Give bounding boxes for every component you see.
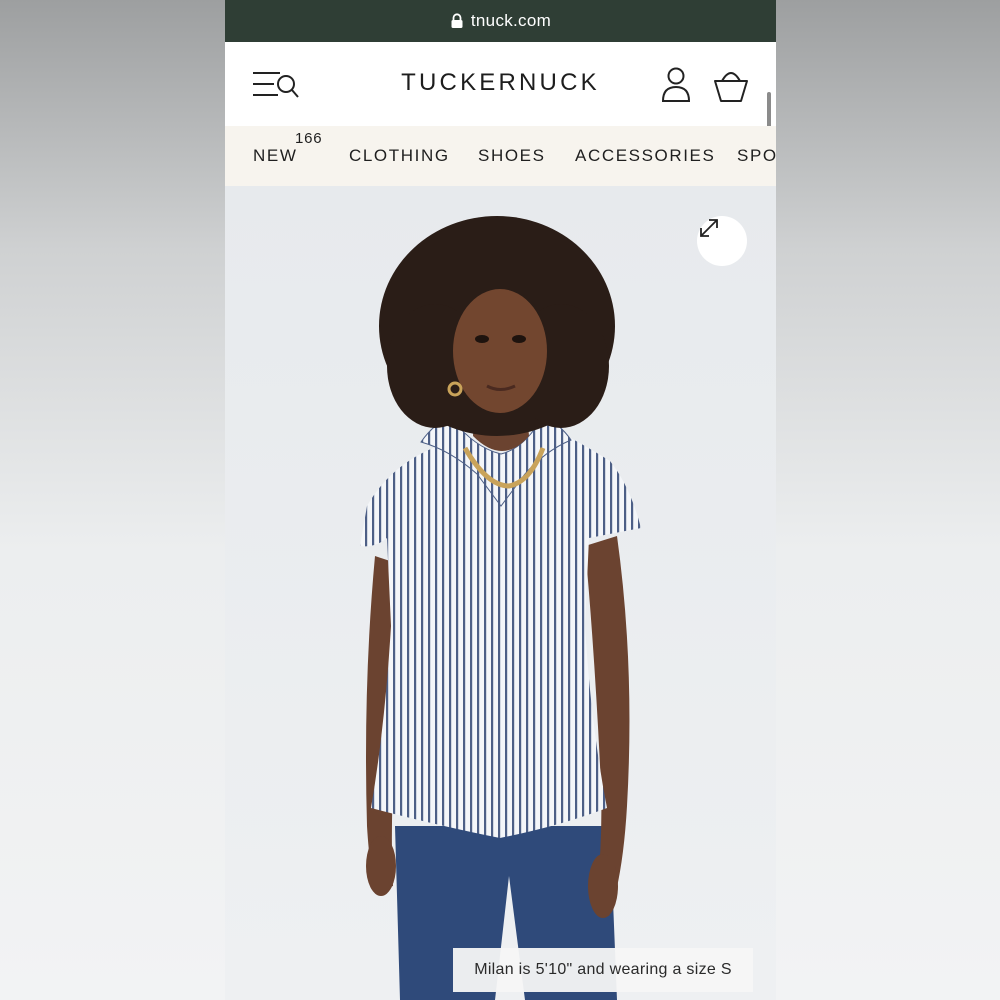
model-photo [225, 186, 776, 1000]
backdrop-right [776, 0, 1000, 1000]
nav-item-shoes[interactable]: SHOES [478, 146, 546, 166]
site-header: TUCKERNUCK [225, 42, 776, 192]
account-icon[interactable] [658, 66, 694, 104]
browser-url-bar[interactable]: tnuck.com [225, 0, 776, 42]
product-image[interactable]: Milan is 5'10" and wearing a size S [225, 186, 776, 1000]
nav-item-sport[interactable]: SPO [737, 146, 776, 166]
backdrop-left [0, 0, 225, 1000]
nav-new-count-badge: 166 [295, 130, 323, 147]
url-text: tnuck.com [470, 11, 552, 30]
model-size-caption: Milan is 5'10" and wearing a size S [453, 948, 753, 992]
category-nav: NEW 166 CLOTHING SHOES ACCESSORIES SPO [225, 126, 776, 186]
nav-item-clothing[interactable]: CLOTHING [349, 146, 450, 166]
expand-icon [700, 219, 718, 237]
phone-screen: tnuck.com TUCKERNUCK NEW 166 CLOTHING SH… [225, 0, 776, 1000]
expand-image-button[interactable] [697, 216, 747, 266]
nav-item-new[interactable]: NEW [253, 146, 297, 166]
shopping-bag-icon[interactable] [711, 66, 751, 104]
lock-icon [451, 13, 463, 28]
nav-item-accessories[interactable]: ACCESSORIES [575, 146, 715, 166]
